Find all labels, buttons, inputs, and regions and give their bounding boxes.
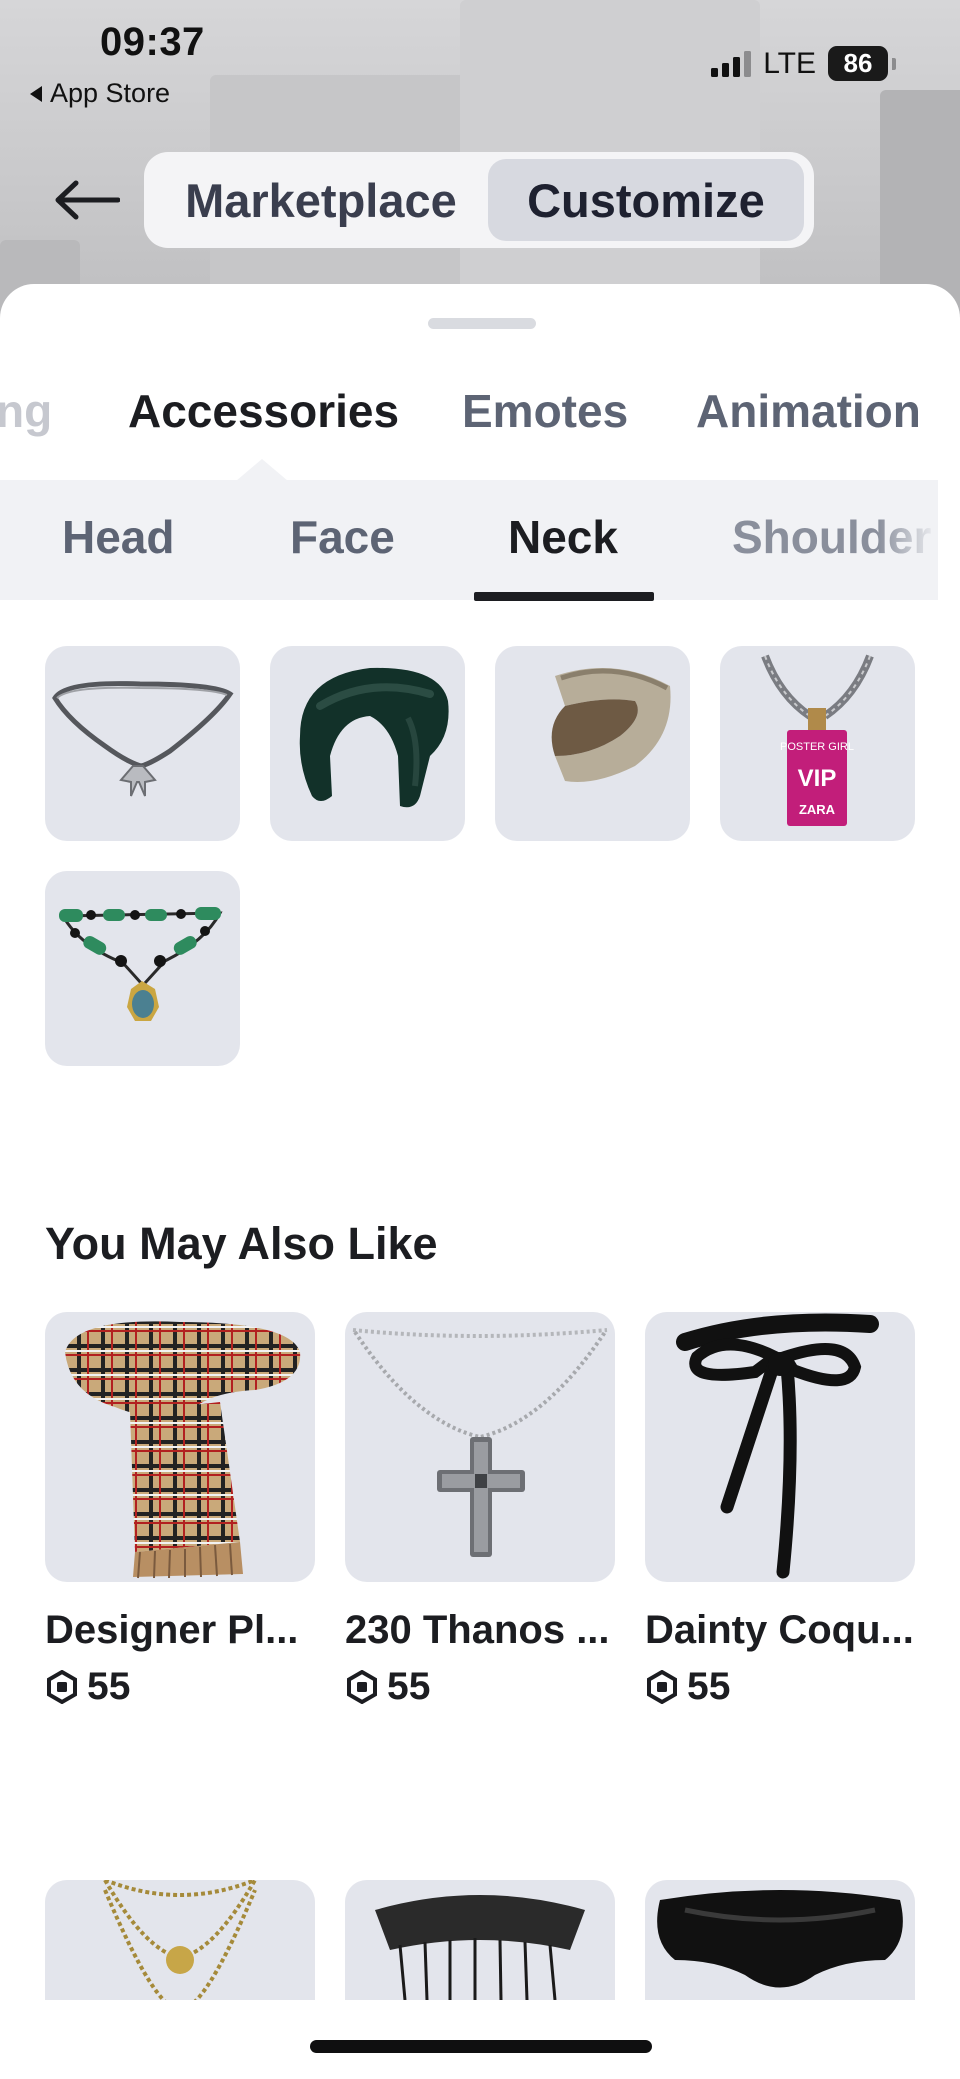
recommendation-card[interactable]: Dainty Coqu... 55 [645,1312,915,1709]
return-app-label: App Store [50,78,171,108]
category-tabs: ng Accessories Emotes Animation [0,384,960,454]
subcategory-tab-head[interactable]: Head [62,510,174,564]
plaid-scarf-icon [65,1321,301,1579]
recommendation-card-partial[interactable] [645,1880,915,2000]
return-to-app-store[interactable]: App Store [30,78,170,109]
owned-item-tile[interactable] [495,646,690,841]
badge-line-zara: ZARA [799,802,836,817]
badge-line-poster-girl: POSTER GIRL [780,741,854,753]
category-tab-accessories[interactable]: Accessories [128,384,399,438]
price-value: 55 [387,1665,431,1708]
silver-chain-bow-necklace-icon [52,681,234,797]
active-subcategory-underline [474,592,654,601]
category-tab-animation[interactable]: Animation [696,384,921,438]
owned-item-tile[interactable] [45,646,240,841]
subcategory-tab-face[interactable]: Face [290,510,395,564]
dark-green-puffer-scarf-icon [299,667,449,808]
category-tab-emotes[interactable]: Emotes [462,384,628,438]
owned-item-tile[interactable] [270,646,465,841]
status-time: 09:37 [100,20,205,64]
tab-marketplace[interactable]: Marketplace [154,159,488,241]
tab-customize[interactable]: Customize [487,159,804,241]
robux-icon [47,1670,77,1704]
back-arrow-icon[interactable] [54,172,128,228]
recommendation-card[interactable]: 230 Thanos ... 55 [345,1312,615,1709]
recommendation-price: 55 [345,1665,615,1709]
price-value: 55 [87,1665,131,1708]
recommendation-card-partial[interactable] [45,1880,315,2000]
green-bead-pendant-necklace-icon [59,907,223,1021]
robux-icon [647,1670,677,1704]
black-shoulder-wrap-icon [657,1890,903,1988]
selected-category-caret-icon [236,459,288,481]
subcategory-bar: Head Face Neck Shoulder [0,480,938,600]
recommendation-card[interactable]: Designer Pl... 55 [45,1312,315,1709]
mode-segmented-control: Marketplace Customize [144,152,814,248]
subcategory-tab-neck[interactable]: Neck [508,510,618,564]
recommendation-card-partial[interactable] [345,1880,615,2000]
price-value: 55 [687,1665,731,1708]
battery-cap [892,57,896,70]
home-indicator[interactable] [310,2040,652,2053]
recommendation-thumbnail [45,1312,315,1582]
cellular-signal-icon [711,50,752,77]
recommendation-thumbnail [645,1312,915,1582]
gold-layered-necklace-icon [103,1880,257,2000]
recommendation-price: 55 [645,1665,915,1709]
vip-lanyard-icon: POSTER GIRL VIP ZARA [761,654,874,826]
network-type: LTE [763,46,816,80]
recommendation-thumbnail [345,1312,615,1582]
cross-pendant-necklace-icon [352,1328,608,1557]
customize-sheet: ng Accessories Emotes Animation Head Fac… [0,284,960,2079]
section-title-you-may-also-like: You May Also Like [45,1218,438,1269]
battery-icon: 86 [828,46,888,81]
scroll-fade [878,480,938,600]
recommendation-price: 55 [45,1665,315,1709]
recommendation-name: 230 Thanos ... [345,1608,610,1652]
black-tassel-collar-icon [375,1895,585,2000]
badge-line-vip: VIP [798,765,837,792]
recommendation-name: Designer Pl... [45,1608,299,1652]
black-ribbon-bow-icon [676,1313,879,1579]
back-triangle-icon [30,85,42,102]
robux-icon [347,1670,377,1704]
sheet-grabber[interactable] [428,318,536,329]
owned-item-tile[interactable]: POSTER GIRL VIP ZARA [720,646,915,841]
category-tab-partial[interactable]: ng [0,384,52,438]
owned-item-tile[interactable] [45,871,240,1066]
beige-knit-scarf-icon [551,668,671,782]
recommendation-name: Dainty Coqu... [645,1608,914,1652]
status-indicators: LTE 86 [711,46,896,81]
